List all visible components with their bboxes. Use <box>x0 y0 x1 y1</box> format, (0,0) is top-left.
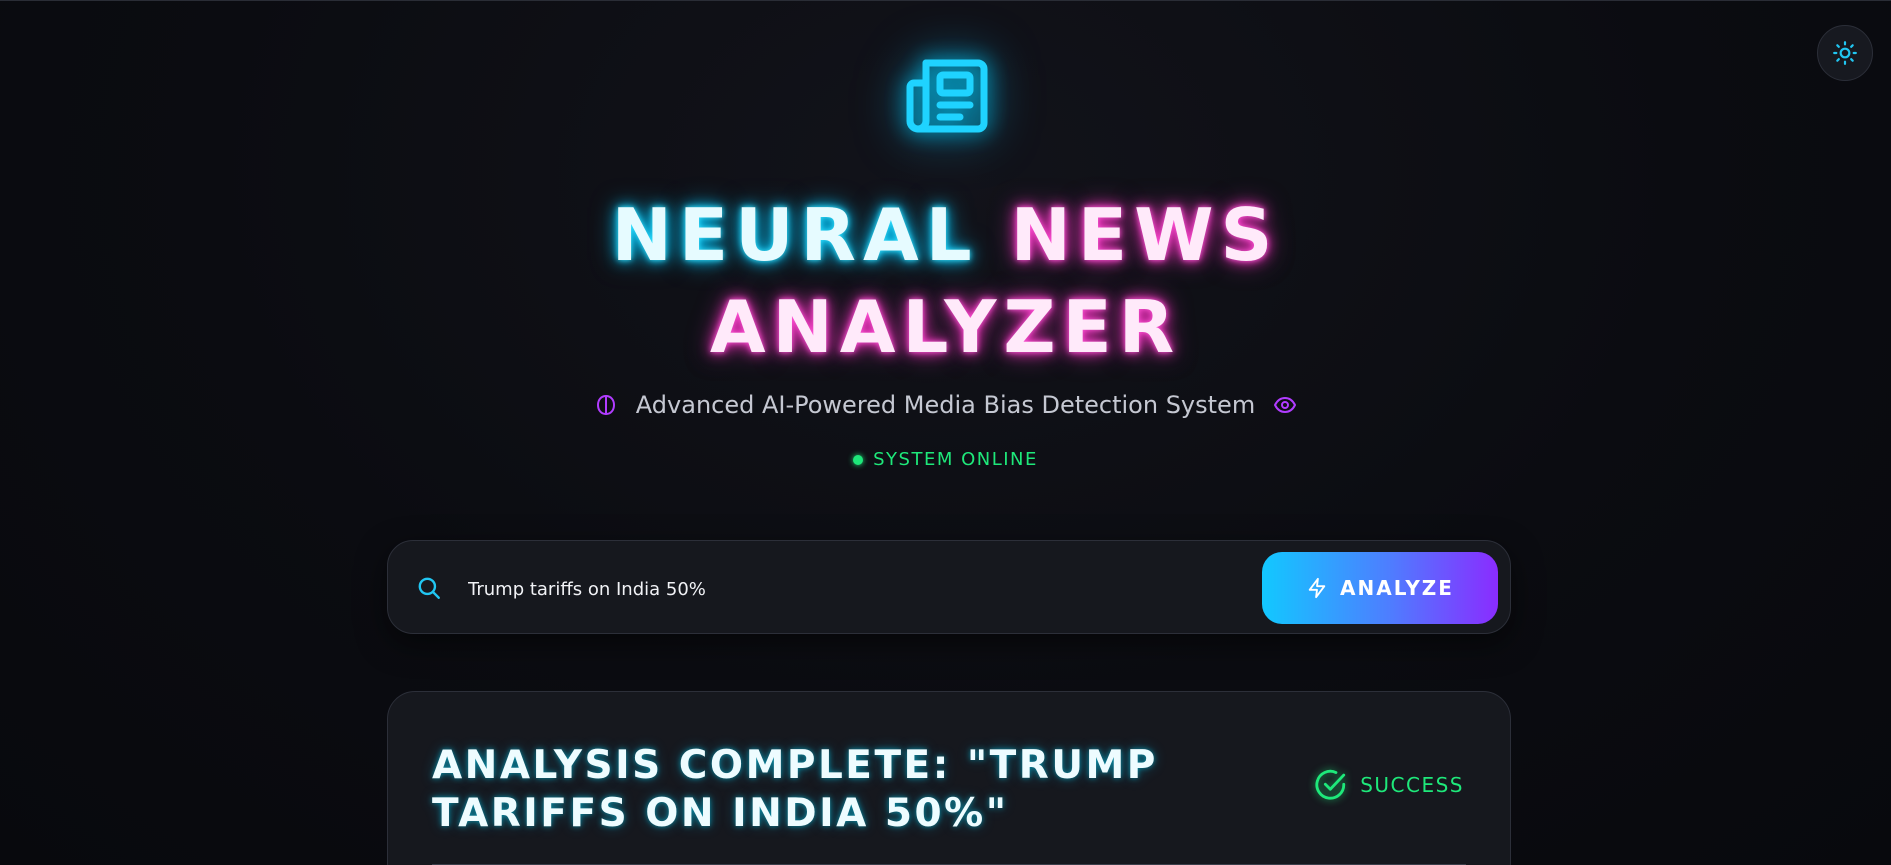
status-badge: SUCCESS <box>1314 768 1464 802</box>
subtitle-text: Advanced AI-Powered Media Bias Detection… <box>635 391 1256 419</box>
search-input[interactable] <box>466 563 1230 615</box>
analysis-result-card: ANALYSIS COMPLETE: "TRUMP TARIFFS ON IND… <box>387 691 1511 865</box>
zap-icon <box>1308 577 1326 599</box>
check-circle-icon <box>1315 769 1346 800</box>
analyze-button[interactable]: ANALYZE <box>1262 552 1498 624</box>
status-badge-label: SUCCESS <box>1360 773 1464 797</box>
sun-icon <box>1833 41 1857 65</box>
brain-icon <box>594 393 618 417</box>
page-title: NEURAL NEWS ANALYZER <box>0 189 1891 373</box>
subtitle: Advanced AI-Powered Media Bias Detection… <box>0 391 1891 419</box>
title-word-analyzer: ANALYZER <box>709 285 1182 369</box>
theme-toggle-button[interactable] <box>1817 25 1873 81</box>
newspaper-icon <box>906 59 988 133</box>
eye-icon <box>1273 393 1297 417</box>
search-icon <box>418 577 440 599</box>
title-word-news: NEWS <box>1010 193 1280 277</box>
analyze-button-label: ANALYZE <box>1340 576 1454 600</box>
status-text: SYSTEM ONLINE <box>873 449 1038 470</box>
system-status: SYSTEM ONLINE <box>0 449 1891 470</box>
result-title: ANALYSIS COMPLETE: "TRUMP TARIFFS ON IND… <box>432 743 1158 836</box>
search-bar: ANALYZE <box>387 540 1511 634</box>
title-word-neural: NEURAL <box>611 193 979 277</box>
status-dot <box>853 454 864 465</box>
